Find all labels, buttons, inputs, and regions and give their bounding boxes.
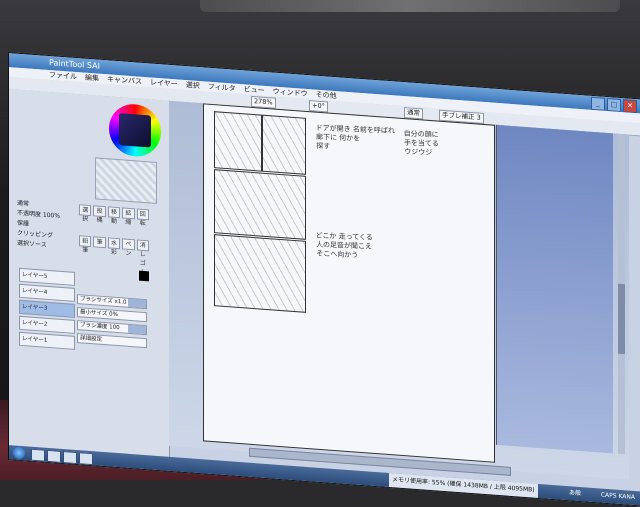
- media-icon[interactable]: [63, 451, 77, 465]
- layer-item[interactable]: レイヤー5: [19, 267, 75, 286]
- layer-item-active[interactable]: レイヤー3: [19, 299, 75, 318]
- script-note: どこか 走ってくる 人の足音が聞こえ そこへ向かう: [315, 231, 374, 260]
- browser-icon[interactable]: [47, 449, 61, 463]
- tool-rotate[interactable]: 回転: [136, 208, 149, 227]
- ime-indicator[interactable]: あ般: [569, 486, 581, 501]
- slider-fill: [128, 324, 146, 335]
- tool-scale[interactable]: 拡縮: [122, 207, 135, 226]
- keyboard-status: CAPS KANA: [600, 491, 635, 502]
- tool-panel: 通常 不透明度 100% 保護 クリッピング 選択ソース 選択 投縄 移動 拡縮…: [9, 89, 170, 457]
- layer-item[interactable]: レイヤー2: [19, 315, 75, 334]
- slider-fill: [128, 298, 146, 309]
- tool-brush[interactable]: 筆: [93, 236, 106, 249]
- sai-taskbar-icon[interactable]: [79, 452, 93, 466]
- layer-list: レイヤー5 レイヤー4 レイヤー3 レイヤー2 レイヤー1: [19, 267, 75, 352]
- opacity-row[interactable]: 不透明度 100%: [17, 210, 60, 220]
- tool-watercolor[interactable]: 水彩: [107, 237, 121, 256]
- canvas-area[interactable]: ドアが開き 名前を呼ばれ 廊下に 何かを 探す 自分の顔に 手を当てる ウジウジ…: [169, 100, 629, 480]
- slider-label: 詳細設定: [80, 335, 103, 343]
- script-note: ドアが開き 名前を呼ばれ 廊下に 何かを 探す: [315, 123, 396, 151]
- tool-pencil[interactable]: 鉛筆: [79, 235, 92, 254]
- tool-select[interactable]: 選択: [79, 204, 92, 223]
- manga-panel: [262, 114, 306, 175]
- color-swatch-black[interactable]: [139, 270, 149, 282]
- manga-page[interactable]: ドアが開き 名前を呼ばれ 廊下に 何かを 探す 自分の顔に 手を当てる ウジウジ…: [203, 103, 495, 463]
- script-note: 自分の顔に 手を当てる ウジウジ: [403, 129, 440, 157]
- swatch-grid[interactable]: [95, 157, 157, 204]
- slider-label: ブラシ濃度 100: [80, 322, 120, 332]
- color-wheel[interactable]: [109, 102, 161, 159]
- protect-row[interactable]: 保護: [17, 220, 29, 228]
- manga-panel: [214, 111, 262, 172]
- maximize-button[interactable]: □: [607, 97, 621, 113]
- explorer-icon[interactable]: [31, 448, 45, 462]
- manga-panel: [214, 169, 306, 240]
- tool-pen[interactable]: ペン: [122, 238, 135, 257]
- manga-panel: [214, 234, 306, 313]
- tool-grid: 選択 投縄 移動 拡縮 回転 鉛筆 筆 水彩 ペン 消しゴム: [79, 204, 149, 276]
- layer-item[interactable]: レイヤー1: [19, 331, 75, 350]
- color-square[interactable]: [119, 113, 151, 148]
- layer-item[interactable]: レイヤー4: [19, 283, 75, 302]
- memory-status: メモリ使用率: 55% (確保 1438MB / 上限 4095MB): [389, 472, 538, 498]
- close-button[interactable]: ✕: [623, 99, 637, 114]
- clipping-row[interactable]: クリッピング: [17, 230, 53, 240]
- start-button[interactable]: [13, 446, 25, 460]
- selection-source-row[interactable]: 選択ソース: [17, 240, 47, 249]
- screen: PaintTool SAI _ □ ✕ ファイル 編集 キャンバス レイヤー 選…: [8, 52, 640, 507]
- minimize-button[interactable]: _: [591, 96, 605, 111]
- tool-move[interactable]: 移動: [107, 206, 121, 225]
- advanced-settings[interactable]: 詳細設定: [77, 333, 147, 349]
- background-object: [200, 0, 620, 12]
- blend-mode-row[interactable]: 通常: [17, 200, 29, 208]
- canvas-background-right: [496, 124, 613, 454]
- slider-label: 最小サイズ 0%: [80, 309, 118, 319]
- vertical-scrollbar[interactable]: [618, 133, 625, 455]
- brush-settings: ブラシサイズ x1.0 5.0 最小サイズ 0% ブラシ濃度 100 詳細設定: [77, 294, 147, 351]
- tool-eraser[interactable]: 消しゴム: [136, 239, 149, 276]
- scrollbar-thumb[interactable]: [618, 283, 625, 355]
- tool-lasso[interactable]: 投縄: [93, 205, 106, 224]
